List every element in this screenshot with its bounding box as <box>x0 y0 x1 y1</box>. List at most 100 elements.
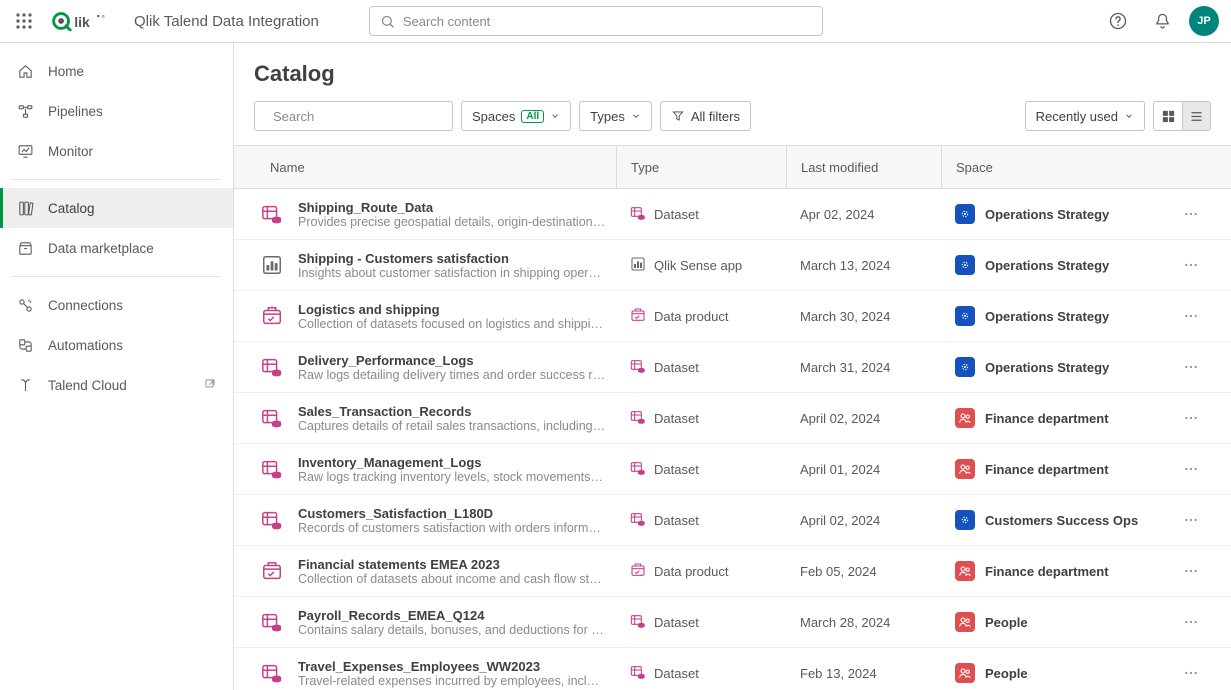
row-description: Captures details of retail sales transac… <box>298 419 606 433</box>
row-space: Operations Strategy <box>985 207 1109 222</box>
global-search[interactable] <box>369 6 823 36</box>
column-header-name[interactable]: Name <box>254 160 616 175</box>
space-badge <box>955 204 975 224</box>
sidebar-item-label: Talend Cloud <box>48 378 127 393</box>
product-icon <box>260 304 284 328</box>
row-modified: March 28, 2024 <box>786 615 941 630</box>
space-badge <box>955 561 975 581</box>
qlik-logo[interactable]: lik ® <box>52 10 118 32</box>
row-actions-button[interactable] <box>1171 665 1211 681</box>
notifications-button[interactable] <box>1145 4 1179 38</box>
row-modified: April 02, 2024 <box>786 513 941 528</box>
table-row[interactable]: Delivery_Performance_Logs Raw logs detai… <box>234 342 1231 393</box>
automations-icon <box>16 336 34 354</box>
app-title: Qlik Talend Data Integration <box>134 13 319 30</box>
row-actions-button[interactable] <box>1171 410 1211 426</box>
row-title: Sales_Transaction_Records <box>298 404 606 419</box>
row-actions-button[interactable] <box>1171 308 1211 324</box>
grid-view-icon <box>1161 109 1176 124</box>
row-type: Dataset <box>654 615 699 630</box>
dataset-icon <box>260 508 284 532</box>
sidebar-item-catalog[interactable]: Catalog <box>0 188 233 228</box>
spaces-filter[interactable]: Spaces All <box>461 101 571 131</box>
catalog-search-input[interactable] <box>273 109 449 124</box>
row-space: Customers Success Ops <box>985 513 1138 528</box>
dataset-icon <box>630 409 646 428</box>
row-actions-button[interactable] <box>1171 512 1211 528</box>
space-badge <box>955 255 975 275</box>
all-filters-button[interactable]: All filters <box>660 101 751 131</box>
row-type: Dataset <box>654 411 699 426</box>
sidebar-item-talend[interactable]: Talend Cloud <box>0 365 233 405</box>
space-badge <box>955 510 975 530</box>
row-space: Operations Strategy <box>985 309 1109 324</box>
sidebar-item-connections[interactable]: Connections <box>0 285 233 325</box>
table-row[interactable]: Shipping_Route_Data Provides precise geo… <box>234 189 1231 240</box>
sort-dropdown[interactable]: Recently used <box>1025 101 1145 131</box>
catalog-search[interactable] <box>254 101 453 131</box>
table-row[interactable]: Shipping - Customers satisfaction Insigh… <box>234 240 1231 291</box>
row-actions-button[interactable] <box>1171 614 1211 630</box>
table-row[interactable]: Inventory_Management_Logs Raw logs track… <box>234 444 1231 495</box>
spaces-filter-label: Spaces <box>472 109 515 124</box>
row-modified: March 30, 2024 <box>786 309 941 324</box>
product-icon <box>630 562 646 581</box>
row-title: Financial statements EMEA 2023 <box>298 557 606 572</box>
row-description: Collection of datasets focused on logist… <box>298 317 606 331</box>
row-space: Operations Strategy <box>985 258 1109 273</box>
avatar[interactable]: JP <box>1189 6 1219 36</box>
help-button[interactable] <box>1101 4 1135 38</box>
svg-text:lik: lik <box>74 14 90 30</box>
row-actions-button[interactable] <box>1171 461 1211 477</box>
view-list-button[interactable] <box>1182 102 1210 130</box>
table-row[interactable]: Travel_Expenses_Employees_WW2023 Travel-… <box>234 648 1231 690</box>
column-header-modified[interactable]: Last modified <box>786 146 941 188</box>
table-row[interactable]: Customers_Satisfaction_L180D Records of … <box>234 495 1231 546</box>
table-row[interactable]: Payroll_Records_EMEA_Q124 Contains salar… <box>234 597 1231 648</box>
product-icon <box>260 559 284 583</box>
dataset-icon <box>260 457 284 481</box>
sidebar-item-marketplace[interactable]: Data marketplace <box>0 228 233 268</box>
row-title: Inventory_Management_Logs <box>298 455 606 470</box>
dataset-icon <box>260 355 284 379</box>
column-header-space[interactable]: Space <box>941 146 1211 188</box>
row-description: Records of customers satisfaction with o… <box>298 521 606 535</box>
sidebar-item-monitor[interactable]: Monitor <box>0 131 233 171</box>
row-space: People <box>985 615 1028 630</box>
more-icon <box>1183 359 1199 375</box>
help-icon <box>1108 11 1128 31</box>
app-icon <box>260 253 284 277</box>
chevron-down-icon <box>631 111 641 121</box>
sidebar-item-automations[interactable]: Automations <box>0 325 233 365</box>
dataset-icon <box>630 205 646 224</box>
sidebar-item-label: Monitor <box>48 144 93 159</box>
table-row[interactable]: Logistics and shipping Collection of dat… <box>234 291 1231 342</box>
app-launcher-icon[interactable] <box>12 9 36 33</box>
catalog-icon <box>16 199 34 217</box>
row-actions-button[interactable] <box>1171 257 1211 273</box>
view-cards-button[interactable] <box>1154 102 1182 130</box>
table-row[interactable]: Sales_Transaction_Records Captures detai… <box>234 393 1231 444</box>
row-modified: March 13, 2024 <box>786 258 941 273</box>
marketplace-icon <box>16 239 34 257</box>
row-title: Shipping - Customers satisfaction <box>298 251 606 266</box>
types-filter[interactable]: Types <box>579 101 652 131</box>
global-search-input[interactable] <box>403 14 812 29</box>
row-type: Dataset <box>654 462 699 477</box>
table-row[interactable]: Financial statements EMEA 2023 Collectio… <box>234 546 1231 597</box>
row-actions-button[interactable] <box>1171 206 1211 222</box>
all-filters-label: All filters <box>691 109 740 124</box>
sidebar-item-pipelines[interactable]: Pipelines <box>0 91 233 131</box>
home-icon <box>16 62 34 80</box>
column-header-type[interactable]: Type <box>616 146 786 188</box>
row-description: Insights about customer satisfaction in … <box>298 266 606 280</box>
sidebar-item-label: Home <box>48 64 84 79</box>
space-badge <box>955 612 975 632</box>
row-actions-button[interactable] <box>1171 359 1211 375</box>
sidebar-item-label: Connections <box>48 298 123 313</box>
types-filter-label: Types <box>590 109 625 124</box>
row-actions-button[interactable] <box>1171 563 1211 579</box>
sidebar-item-home[interactable]: Home <box>0 51 233 91</box>
connections-icon <box>16 296 34 314</box>
dataset-icon <box>630 664 646 683</box>
